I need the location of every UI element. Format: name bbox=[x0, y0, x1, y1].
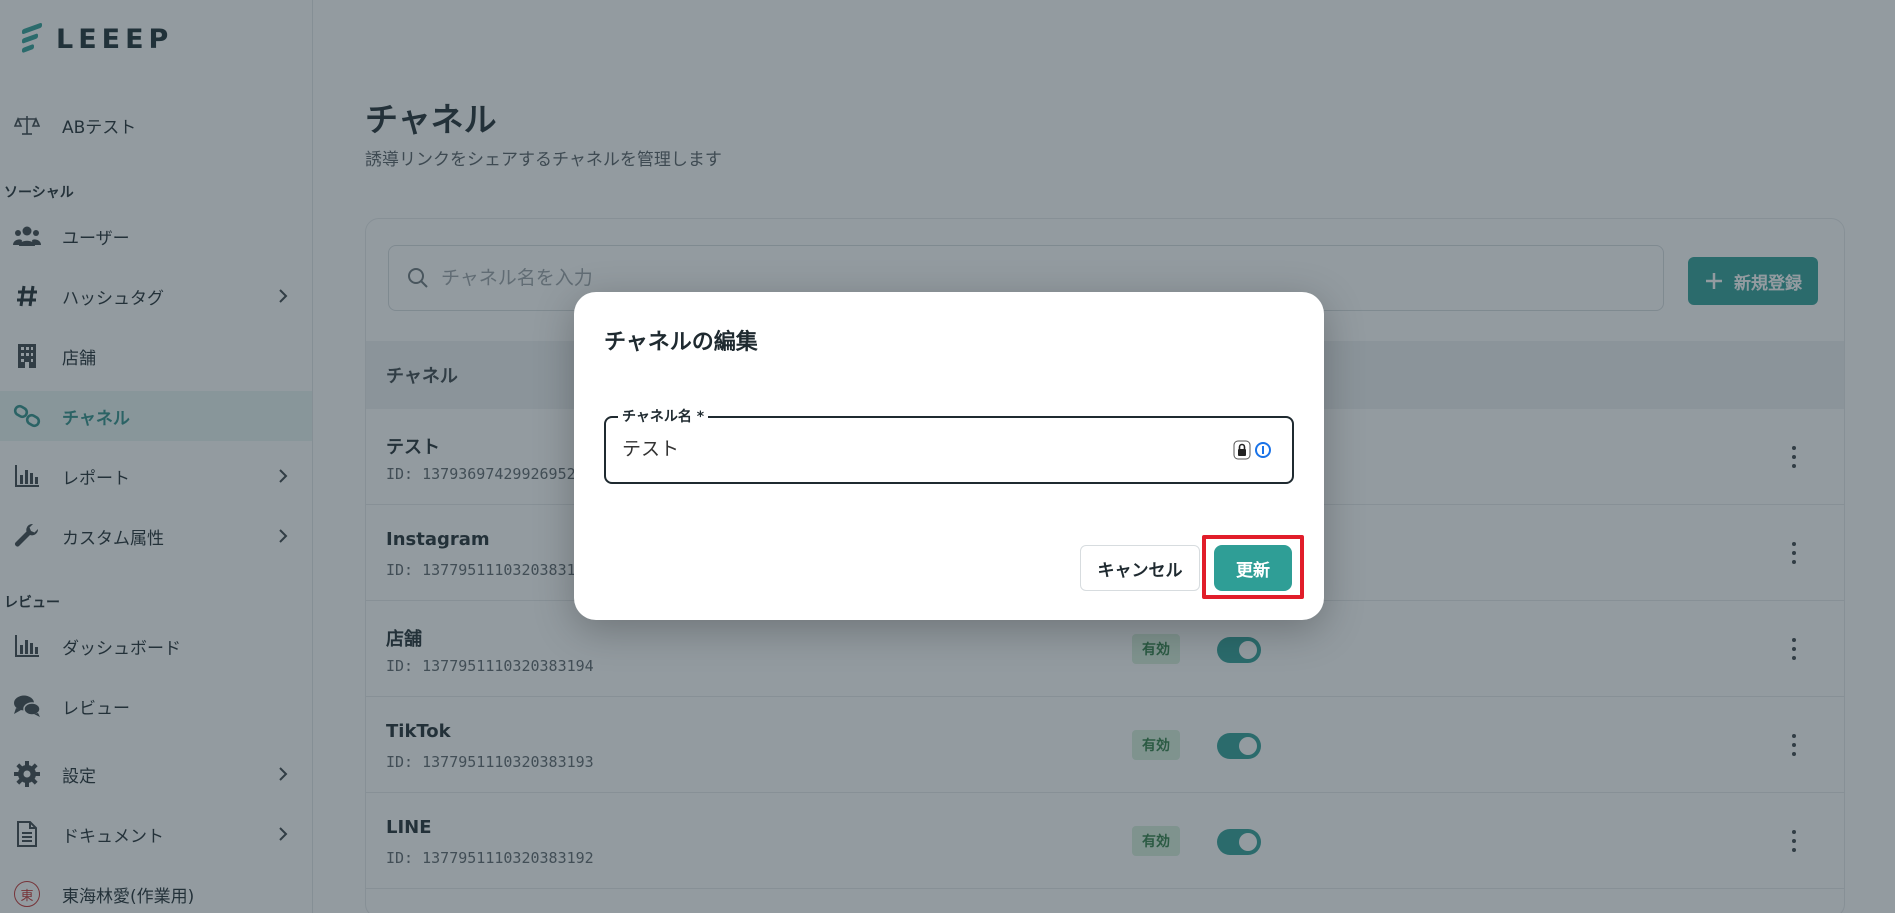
channel-name-label: チャネル名 * bbox=[618, 406, 709, 426]
password-manager-icons[interactable] bbox=[1233, 440, 1272, 460]
lock-icon bbox=[1233, 440, 1251, 460]
edit-channel-dialog: チャネルの編集 チャネル名 * キャンセル 更新 bbox=[574, 292, 1324, 620]
channel-name-field: チャネル名 * bbox=[604, 406, 1294, 484]
cancel-button[interactable]: キャンセル bbox=[1080, 545, 1200, 591]
update-button[interactable]: 更新 bbox=[1214, 545, 1292, 591]
channel-name-input[interactable] bbox=[622, 436, 1202, 458]
info-icon bbox=[1255, 442, 1271, 458]
dialog-title: チャネルの編集 bbox=[604, 330, 758, 355]
